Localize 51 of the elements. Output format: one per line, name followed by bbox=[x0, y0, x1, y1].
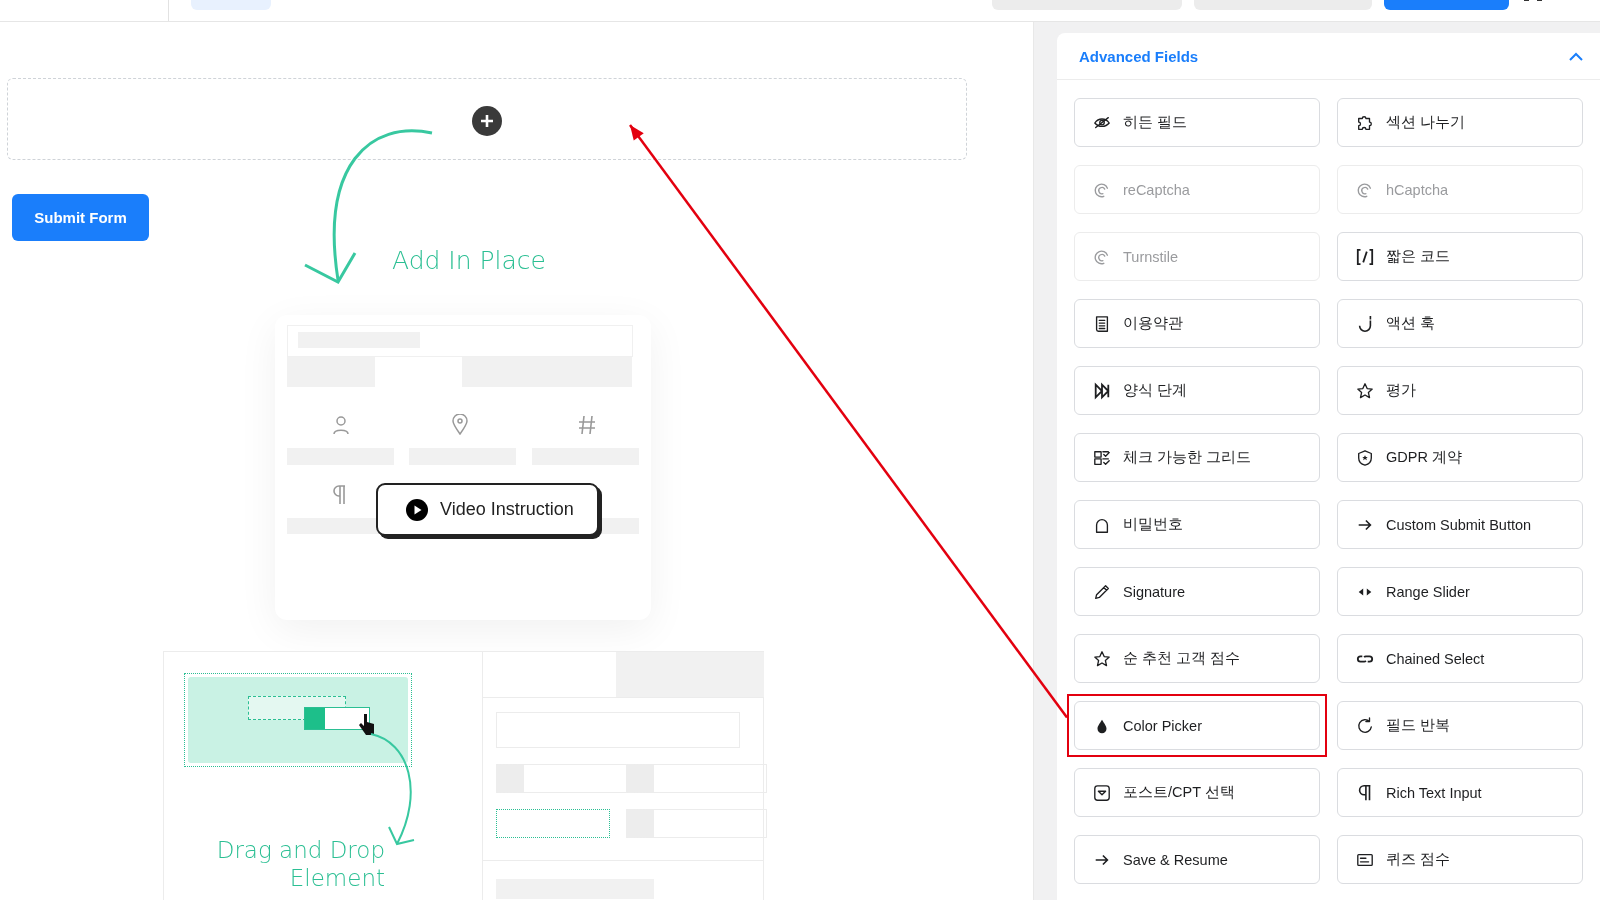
field-button[interactable]: 양식 단계 bbox=[1074, 366, 1320, 415]
puzzle-icon bbox=[1356, 113, 1374, 132]
hook-icon bbox=[1356, 314, 1374, 333]
section-title: Advanced Fields bbox=[1079, 47, 1199, 65]
field-button[interactable]: 섹션 나누기 bbox=[1337, 98, 1583, 147]
submit-button[interactable]: Submit Form bbox=[12, 194, 149, 241]
field-button[interactable]: 이용약관 bbox=[1074, 299, 1320, 348]
play-icon bbox=[406, 498, 428, 521]
location-pin-icon bbox=[452, 414, 468, 435]
handwritten-caption: Add In Place bbox=[392, 246, 546, 275]
field-button[interactable]: 포스트/CPT 선택 bbox=[1074, 768, 1320, 817]
field-button[interactable]: 체크 가능한 그리드 bbox=[1074, 433, 1320, 482]
chevron-icon[interactable] bbox=[1569, 51, 1583, 61]
dragged-field bbox=[304, 707, 370, 730]
field-button[interactable]: 비밀번호 bbox=[1074, 500, 1320, 549]
captcha-icon bbox=[1093, 247, 1111, 266]
pencil-icon bbox=[1093, 582, 1111, 601]
field-button[interactable]: GDPR 계약 bbox=[1337, 433, 1583, 482]
captcha-icon bbox=[1356, 180, 1374, 199]
add-icon[interactable] bbox=[472, 106, 502, 136]
star-icon bbox=[1093, 649, 1111, 668]
field-button[interactable]: Signature bbox=[1074, 567, 1320, 616]
field-button[interactable]: Save & Resume bbox=[1074, 835, 1320, 884]
hash-icon bbox=[578, 415, 596, 435]
repeat-icon bbox=[1356, 716, 1374, 735]
field-button[interactable]: Range Slider bbox=[1337, 567, 1583, 616]
field-button[interactable]: Custom Submit Button bbox=[1337, 500, 1583, 549]
field-button[interactable]: 짧은 코드 bbox=[1337, 232, 1583, 281]
captcha-icon bbox=[1093, 180, 1111, 199]
document-icon bbox=[1093, 314, 1111, 333]
field-button[interactable]: 평가 bbox=[1337, 366, 1583, 415]
field-button[interactable]: 액션 훅 bbox=[1337, 299, 1583, 348]
pilcrow-icon bbox=[333, 485, 348, 505]
fast-forward-icon bbox=[1093, 381, 1111, 400]
field-button[interactable]: Color Picker bbox=[1074, 701, 1320, 750]
handwritten-caption: Drag and Drop Element bbox=[215, 836, 385, 892]
field-button[interactable]: 퀴즈 점수 bbox=[1337, 835, 1583, 884]
field-button[interactable]: 순 추천 고객 점수 bbox=[1074, 634, 1320, 683]
shield-icon bbox=[1356, 448, 1374, 467]
video-instruction-button[interactable]: Video Instruction bbox=[376, 483, 599, 536]
primary-button[interactable] bbox=[1384, 0, 1509, 10]
shortcode-icon bbox=[1356, 247, 1374, 266]
star-icon bbox=[1356, 381, 1374, 400]
checklist-icon bbox=[1093, 448, 1111, 467]
field-button[interactable]: Chained Select bbox=[1337, 634, 1583, 683]
field-button[interactable]: 필드 반복 bbox=[1337, 701, 1583, 750]
field-button[interactable]: 히든 필드 bbox=[1074, 98, 1320, 147]
field-button[interactable]: Rich Text Input bbox=[1337, 768, 1583, 817]
hand-cursor-icon bbox=[359, 712, 375, 736]
dropdown-icon bbox=[1093, 783, 1111, 802]
person-icon bbox=[332, 415, 350, 435]
